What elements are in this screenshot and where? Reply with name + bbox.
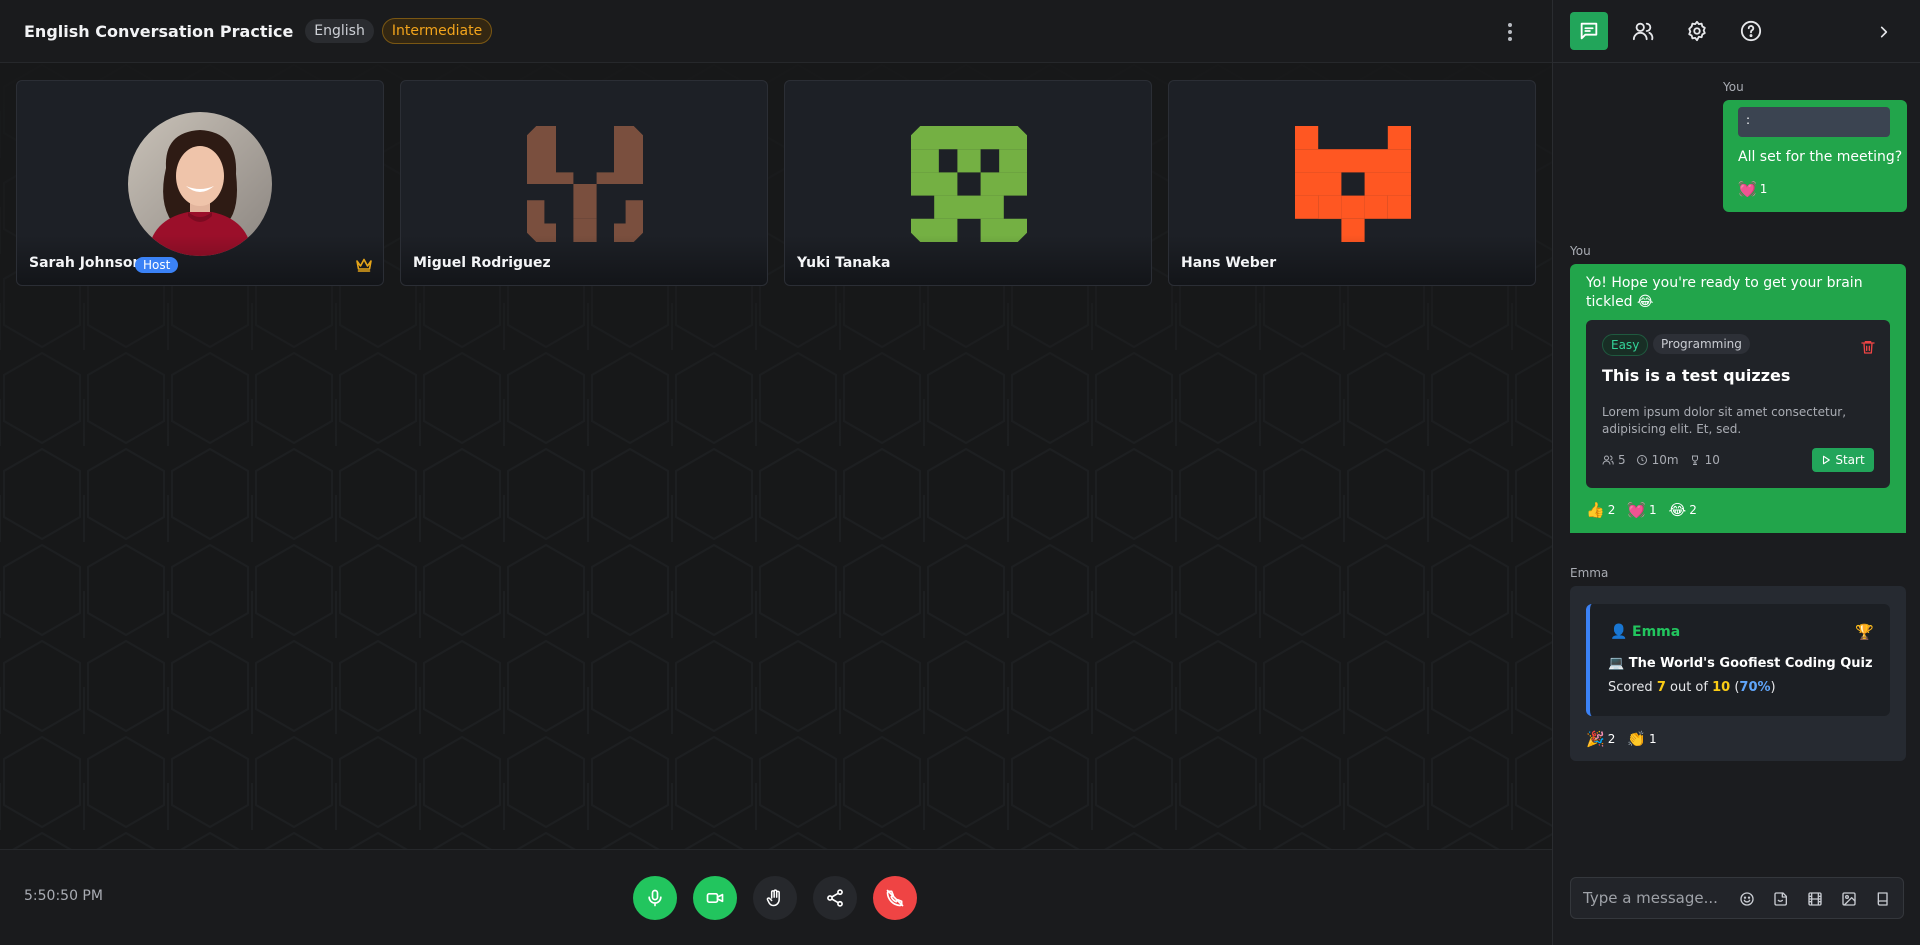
mic-button[interactable] [633, 876, 677, 920]
participant-identicon [527, 126, 643, 242]
result-quiz-title: 💻 The World's Goofiest Coding Quiz [1608, 656, 1873, 671]
chat-sidebar: You : All set for the meeting? 💓 1 You Yo… [1552, 0, 1920, 945]
gear-icon [1688, 20, 1706, 42]
difficulty-tag: Easy [1602, 334, 1649, 356]
sticker-button[interactable] [1771, 889, 1791, 909]
trophy-outline-icon [1691, 455, 1698, 465]
quiz-library-button[interactable] [1873, 889, 1893, 909]
mic-icon [648, 889, 662, 907]
tab-help[interactable] [1732, 12, 1770, 50]
chat-message-bubble[interactable]: : All set for the meeting? 💓 1 [1723, 100, 1907, 212]
result-score-line: Scored 7 out of 10 (70%) [1608, 680, 1776, 695]
reply-quote[interactable]: : [1738, 107, 1890, 137]
video-button[interactable] [693, 876, 737, 920]
hand-icon [766, 889, 780, 907]
message-sender: You [1723, 80, 1744, 94]
host-badge: Host [135, 257, 179, 273]
meeting-area: English Conversation Practice English In… [0, 0, 1552, 945]
participant-name: Sarah Johnson [29, 255, 143, 271]
reaction-chip[interactable]: 🎉 2 [1586, 730, 1615, 748]
trophy-icon: 🏆 [1855, 623, 1874, 641]
participant-tile[interactable]: Miguel Rodriguez [400, 80, 768, 286]
chat-icon [1580, 22, 1598, 40]
quiz-description: Lorem ipsum dolor sit amet consectetur, … [1602, 405, 1847, 436]
share-icon [827, 889, 843, 907]
message-sender: You [1570, 244, 1591, 258]
crown-icon [356, 258, 372, 272]
trash-icon[interactable] [1860, 338, 1876, 356]
film-icon [1808, 892, 1822, 906]
quiz-stats: 5 10m 10 [1602, 453, 1720, 467]
category-tag: Programming [1653, 334, 1750, 354]
message-composer [1570, 877, 1904, 919]
image-icon [1842, 892, 1856, 906]
collapse-sidebar-button[interactable] [1871, 19, 1897, 45]
message-text: All set for the meeting? [1738, 149, 1903, 165]
result-user-name: Emma [1632, 624, 1681, 640]
tab-settings[interactable] [1678, 12, 1716, 50]
participant-name: Hans Weber [1181, 255, 1277, 271]
users-icon [1632, 22, 1654, 41]
play-icon [1823, 455, 1831, 465]
image-button[interactable] [1839, 889, 1859, 909]
participant-identicon [911, 126, 1027, 242]
tab-participants[interactable] [1624, 12, 1662, 50]
sidebar-tabs [1553, 0, 1920, 63]
more-options-icon[interactable] [1500, 18, 1520, 46]
clock-icon [1636, 455, 1647, 465]
reaction-chip[interactable]: 😂 2 [1669, 501, 1697, 519]
emoji-button[interactable] [1737, 889, 1757, 909]
level-badge: Intermediate [381, 18, 493, 44]
reaction-list: 🎉 2 👏 1 [1586, 730, 1657, 748]
participant-name: Yuki Tanaka [797, 255, 891, 271]
message-text: Yo! Hope you're ready to get your brain … [1586, 275, 1863, 310]
chat-message-bubble[interactable]: 👤 Emma 🏆 💻 The World's Goofiest Coding Q… [1570, 586, 1906, 761]
chat-message-bubble[interactable]: Yo! Hope you're ready to get your brain … [1570, 264, 1906, 533]
message-input[interactable] [1583, 886, 1733, 910]
start-quiz-button[interactable]: Start [1812, 448, 1874, 472]
end-call-button[interactable] [873, 876, 917, 920]
quiz-result-card: 👤 Emma 🏆 💻 The World's Goofiest Coding Q… [1586, 604, 1890, 716]
top-bar: English Conversation Practice English In… [0, 0, 1552, 63]
tab-chat[interactable] [1570, 12, 1608, 50]
end-call-icon [886, 889, 904, 907]
message-sender: Emma [1570, 566, 1609, 580]
help-icon [1740, 20, 1762, 42]
language-badge: English [305, 19, 374, 43]
quiz-questions: 10 [1689, 453, 1720, 467]
chevron-right-icon [1880, 26, 1888, 38]
reaction-list: 👍 2 💓 1 😂 2 [1586, 501, 1697, 519]
reaction-chip[interactable]: 💓 1 [1738, 180, 1767, 198]
participant-tile[interactable]: Hans Weber [1168, 80, 1536, 286]
quiz-participants: 5 [1602, 453, 1626, 467]
quiz-title: This is a test quizzes [1602, 366, 1791, 385]
room-title: English Conversation Practice [24, 21, 294, 41]
share-button[interactable] [813, 876, 857, 920]
emoji-icon [1740, 892, 1754, 906]
reaction-list: 💓 1 [1738, 180, 1767, 198]
sticker-icon [1774, 892, 1787, 906]
laptop-icon: 💻 [1608, 656, 1625, 671]
users-icon [1602, 455, 1614, 465]
book-icon [1877, 892, 1888, 906]
participant-identicon [1295, 126, 1411, 242]
raise-hand-button[interactable] [753, 876, 797, 920]
quiz-card: Easy Programming This is a test quizzes … [1586, 320, 1890, 488]
video-icon [706, 893, 724, 903]
reaction-chip[interactable]: 💓 1 [1627, 501, 1656, 519]
clock-time: 5:50:50 PM [24, 888, 103, 904]
reaction-chip[interactable]: 👍 2 [1586, 501, 1615, 519]
bottom-bar: 5:50:50 PM [0, 849, 1552, 945]
gif-button[interactable] [1805, 889, 1825, 909]
participant-tile[interactable]: Sarah Johnson Host [16, 80, 384, 286]
user-icon: 👤 [1610, 624, 1628, 640]
participant-tile[interactable]: Yuki Tanaka [784, 80, 1152, 286]
quiz-duration: 10m [1636, 453, 1679, 467]
participant-name: Miguel Rodriguez [413, 255, 551, 271]
reaction-chip[interactable]: 👏 1 [1627, 730, 1656, 748]
